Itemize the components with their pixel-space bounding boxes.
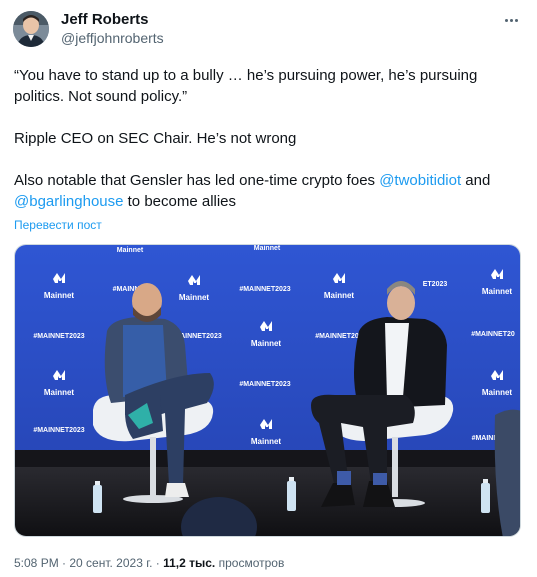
backdrop-logo-text: Mainnet bbox=[251, 339, 282, 348]
author-handle[interactable]: @jeffjohnroberts bbox=[61, 30, 164, 47]
tweet-paragraph: Ripple CEO on SEC Chair. He’s not wrong bbox=[14, 130, 297, 147]
backdrop-logo-text: Mainnet bbox=[324, 291, 355, 300]
backdrop-hashtag: #MAINNET20 bbox=[471, 331, 515, 338]
tweet-paragraph: “You have to stand up to a bully … he’s … bbox=[14, 67, 478, 105]
backdrop-hashtag: #MAINNET2023 bbox=[239, 381, 290, 388]
view-count: 11,2 тыс. bbox=[163, 556, 216, 570]
view-count-label: просмотров bbox=[215, 556, 285, 570]
backdrop-logo-text: Mainnet bbox=[44, 388, 75, 397]
more-options-icon[interactable] bbox=[501, 10, 521, 30]
tweet-timestamp-views: 5:08 PM · 20 сент. 2023 г. · 11,2 тыс. п… bbox=[14, 556, 284, 571]
author-name[interactable]: Jeff Roberts bbox=[61, 11, 149, 29]
tweet-timestamp[interactable]: 5:08 PM · 20 сент. 2023 г. · bbox=[14, 556, 163, 570]
tweet-text-fragment: Also notable that Gensler has led one-ti… bbox=[14, 172, 380, 189]
tweet-text-fragment: to become allies bbox=[123, 193, 237, 210]
backdrop-logo-text: Mainnet bbox=[482, 388, 513, 397]
tweet-text: “You have to stand up to a bully … he’s … bbox=[14, 65, 520, 212]
mention-link[interactable]: @twobitidiot bbox=[379, 172, 461, 189]
translate-post-link[interactable]: Перевести пост bbox=[14, 218, 102, 233]
backdrop-logo-text: Mainnet bbox=[117, 247, 144, 254]
backdrop-logo-text: Mainnet bbox=[254, 245, 281, 252]
tweet-paragraph: Also notable that Gensler has led one-ti… bbox=[14, 170, 520, 212]
avatar[interactable] bbox=[13, 11, 49, 47]
backdrop-hashtag: #MAINNET2023 bbox=[33, 427, 84, 434]
tweet-text-fragment: and bbox=[461, 172, 491, 189]
backdrop-logo-text: Mainnet bbox=[251, 437, 282, 446]
backdrop-hashtag: #MAINNET20 bbox=[315, 333, 359, 340]
backdrop-logo-text: Mainnet bbox=[482, 287, 513, 296]
backdrop-hashtag: ET2023 bbox=[423, 281, 448, 288]
tweet-photo[interactable]: Mainnet Mainnet Mainnet Mainnet Mainnet bbox=[14, 244, 521, 537]
backdrop-hashtag: #MAINNET2023 bbox=[33, 333, 84, 340]
backdrop-logo-text: Mainnet bbox=[179, 293, 210, 302]
mention-link[interactable]: @bgarlinghouse bbox=[14, 193, 123, 210]
backdrop-hashtag: #MAINN bbox=[472, 435, 499, 442]
backdrop-hashtag: #MAINNET2023 bbox=[239, 286, 290, 293]
tweet: Jeff Roberts @jeffjohnroberts “You have … bbox=[0, 0, 537, 577]
backdrop-logo-text: Mainnet bbox=[44, 291, 75, 300]
